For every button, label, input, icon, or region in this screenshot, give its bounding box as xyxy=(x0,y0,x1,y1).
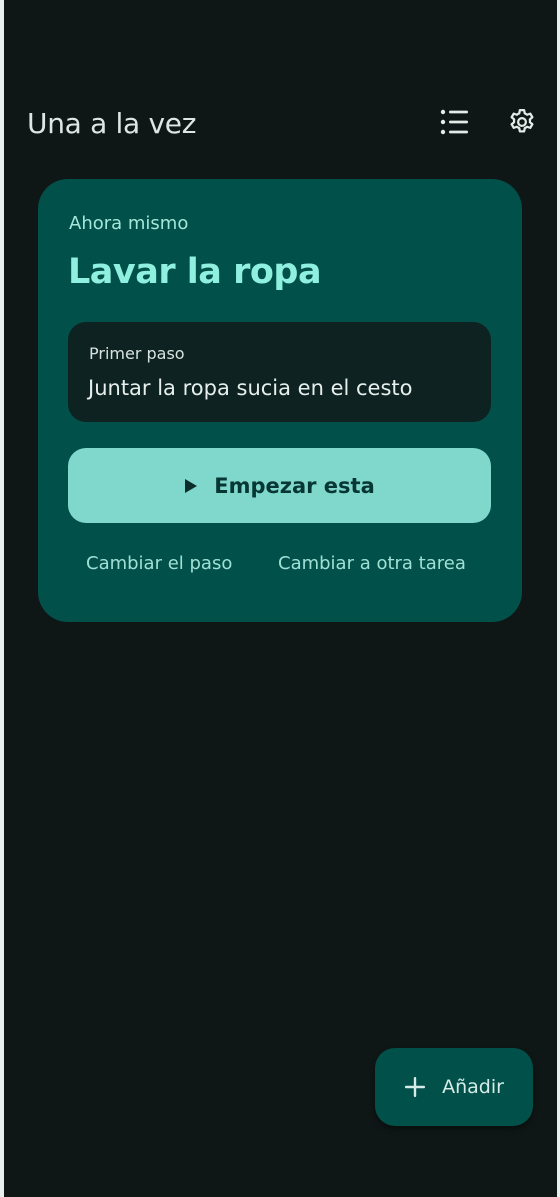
plus-icon xyxy=(405,1077,426,1097)
first-step-box: Primer paso Juntar la ropa sucia en el c… xyxy=(68,322,491,422)
start-task-button-label: Empezar esta xyxy=(214,473,375,498)
first-step-text: Juntar la ropa sucia en el cesto xyxy=(88,376,413,400)
start-task-button[interactable]: Empezar esta xyxy=(68,448,491,523)
first-step-label: Primer paso xyxy=(89,344,185,363)
app-title: Una a la vez xyxy=(27,107,197,140)
task-list-button[interactable] xyxy=(433,100,477,144)
settings-button[interactable] xyxy=(500,100,544,144)
add-task-button-label: Añadir xyxy=(442,1076,504,1098)
list-icon xyxy=(440,109,468,135)
current-task-title: Lavar la ropa xyxy=(68,252,322,292)
add-task-button[interactable]: Añadir xyxy=(375,1048,533,1126)
app-screen: Una a la vez Ahora mismo Lavar la ropa P… xyxy=(4,0,557,1197)
change-step-button[interactable]: Cambiar el paso xyxy=(86,551,232,577)
gear-icon xyxy=(510,109,534,133)
play-icon xyxy=(185,478,198,493)
current-task-card: Ahora mismo Lavar la ropa Primer paso Ju… xyxy=(38,179,522,622)
current-task-eyebrow: Ahora mismo xyxy=(69,213,189,234)
change-task-button[interactable]: Cambiar a otra tarea xyxy=(278,551,466,577)
